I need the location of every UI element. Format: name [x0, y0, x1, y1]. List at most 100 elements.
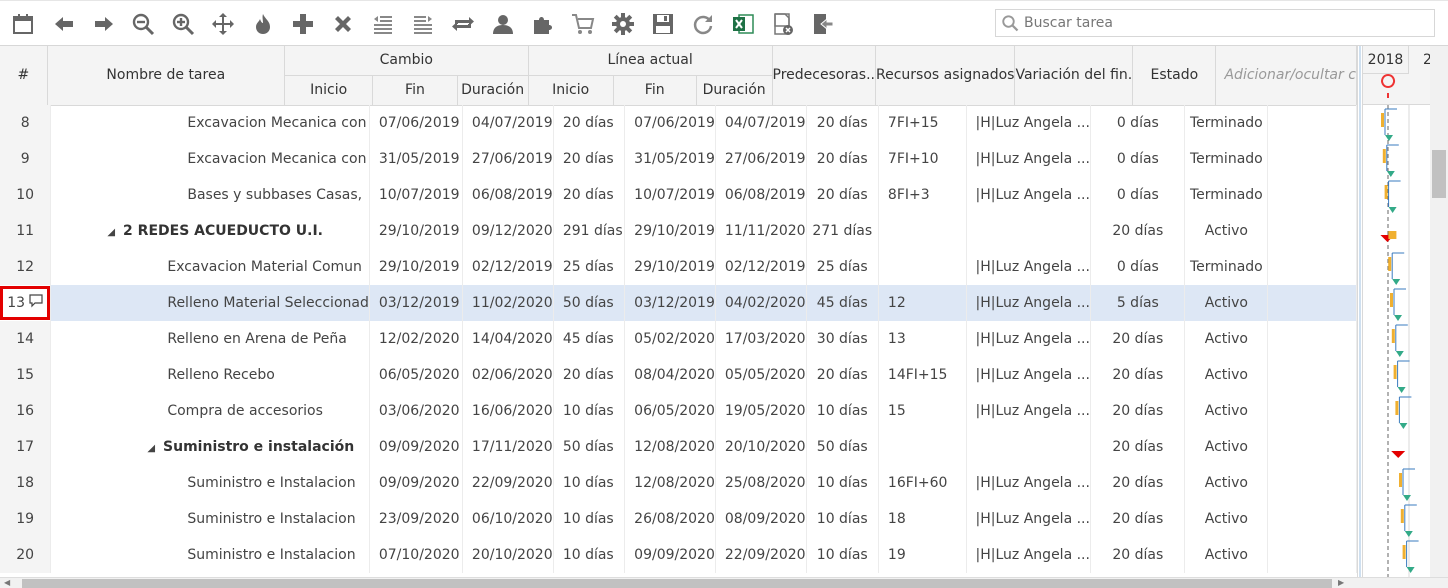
- cambio-inicio-cell[interactable]: 12/02/2020: [369, 321, 463, 357]
- col-estado-header[interactable]: Estado: [1132, 46, 1217, 106]
- linea-inicio-cell[interactable]: 31/05/2019: [624, 141, 716, 177]
- recursos-cell[interactable]: |H|Luz Angela ...: [966, 141, 1092, 177]
- table-row[interactable]: 17 ◢ Suministro e instalación 09/09/2020 17/…: [0, 429, 1357, 465]
- recursos-cell[interactable]: |H|Luz Angela ...: [966, 465, 1092, 501]
- cambio-duracion-cell[interactable]: 50 días: [553, 285, 626, 321]
- row-number-cell[interactable]: 14: [0, 321, 52, 357]
- linea-fin-cell[interactable]: 27/06/2019: [715, 141, 807, 177]
- predecesoras-cell[interactable]: 15: [878, 393, 967, 429]
- row-number-cell[interactable]: 18: [0, 465, 52, 501]
- cambio-fin-cell[interactable]: 14/04/2020: [462, 321, 554, 357]
- variacion-cell[interactable]: 0 días: [1090, 141, 1186, 177]
- linea-fin-cell[interactable]: 06/08/2019: [715, 177, 807, 213]
- cambio-duracion-cell[interactable]: 291 días: [553, 213, 626, 249]
- variacion-cell[interactable]: 20 días: [1090, 393, 1186, 429]
- comment-icon[interactable]: [29, 294, 43, 312]
- horizontal-scrollbar[interactable]: ◀ ▶: [0, 577, 1448, 588]
- variacion-cell[interactable]: 5 días: [1090, 285, 1186, 321]
- variacion-cell[interactable]: 0 días: [1090, 105, 1186, 141]
- predecesoras-cell[interactable]: 7FI+15: [878, 105, 967, 141]
- highlighted-row-number[interactable]: 13: [0, 286, 50, 320]
- cambio-fin-cell[interactable]: 11/02/2020: [462, 285, 554, 321]
- vertical-scrollbar[interactable]: [1430, 46, 1448, 577]
- estado-cell[interactable]: Activo: [1184, 393, 1269, 429]
- collapse-triangle-icon[interactable]: ◢: [147, 443, 155, 454]
- variacion-cell[interactable]: 20 días: [1090, 213, 1186, 249]
- cambio-inicio-cell[interactable]: 07/10/2020: [369, 537, 463, 573]
- linea-duracion-cell[interactable]: 25 días: [806, 249, 879, 285]
- col-name-header[interactable]: Nombre de tarea: [47, 46, 285, 106]
- refresh-icon[interactable]: [689, 10, 717, 38]
- estado-cell[interactable]: Activo: [1184, 465, 1269, 501]
- predecesoras-cell[interactable]: 8FI+3: [878, 177, 967, 213]
- recursos-cell[interactable]: [966, 429, 1092, 465]
- table-row[interactable]: 20 Suministro e Instalacion 07/10/2020 20/1…: [0, 537, 1357, 573]
- estado-cell[interactable]: Terminado: [1184, 141, 1269, 177]
- linea-duracion-cell[interactable]: 45 días: [806, 285, 879, 321]
- table-row[interactable]: 15 Relleno Recebo 06/05/2020 02/06/2020 20 d…: [0, 357, 1357, 393]
- empty-cell-cell[interactable]: [1267, 537, 1357, 573]
- linea-duracion-cell[interactable]: 10 días: [806, 465, 879, 501]
- table-row[interactable]: 10 Bases y subbases Casas, 10/07/2019 06/08…: [0, 177, 1357, 213]
- delete-icon[interactable]: [329, 10, 357, 38]
- recursos-cell[interactable]: |H|Luz Angela ...: [966, 285, 1092, 321]
- empty-cell-cell[interactable]: [1267, 321, 1357, 357]
- task-name-cell[interactable]: Excavacion Mecanica con: [50, 141, 370, 177]
- estado-cell[interactable]: Activo: [1184, 321, 1269, 357]
- search-box[interactable]: [995, 9, 1435, 37]
- row-number-cell[interactable]: 17: [0, 429, 52, 465]
- empty-cell-cell[interactable]: [1267, 213, 1357, 249]
- exit-icon[interactable]: [809, 10, 837, 38]
- linea-inicio-cell[interactable]: 29/10/2019: [624, 249, 716, 285]
- cambio-inicio-cell[interactable]: 29/10/2019: [369, 213, 463, 249]
- empty-cell-cell[interactable]: [1267, 429, 1357, 465]
- calendar-icon[interactable]: [9, 10, 37, 38]
- predecesoras-cell[interactable]: 13: [878, 321, 967, 357]
- empty-cell-cell[interactable]: [1267, 141, 1357, 177]
- recursos-cell[interactable]: |H|Luz Angela ...: [966, 393, 1092, 429]
- estado-cell[interactable]: Activo: [1184, 501, 1269, 537]
- linea-duracion-cell[interactable]: 20 días: [806, 141, 879, 177]
- vertical-scroll-thumb[interactable]: [1432, 150, 1446, 198]
- col-cambio-inicio-header[interactable]: Inicio: [284, 75, 374, 106]
- recursos-cell[interactable]: |H|Luz Angela ...: [966, 249, 1092, 285]
- linea-inicio-cell[interactable]: 05/02/2020: [624, 321, 716, 357]
- variacion-cell[interactable]: 20 días: [1090, 465, 1186, 501]
- estado-cell[interactable]: Terminado: [1184, 177, 1269, 213]
- col-recursos-header[interactable]: Recursos asignados: [875, 46, 1016, 106]
- col-cambio-fin-header[interactable]: Fin: [372, 75, 458, 106]
- variacion-cell[interactable]: 20 días: [1090, 501, 1186, 537]
- cambio-inicio-cell[interactable]: 31/05/2019: [369, 141, 463, 177]
- linea-duracion-cell[interactable]: 10 días: [806, 501, 879, 537]
- recursos-cell[interactable]: |H|Luz Angela ...: [966, 105, 1092, 141]
- empty-cell-cell[interactable]: [1267, 177, 1357, 213]
- linea-inicio-cell[interactable]: 08/04/2020: [624, 357, 716, 393]
- flame-icon[interactable]: [249, 10, 277, 38]
- excel-icon[interactable]: [729, 10, 757, 38]
- add-hide-columns-header[interactable]: Adicionar/ocultar c: [1215, 46, 1357, 106]
- delete-doc-icon[interactable]: [769, 10, 797, 38]
- linea-duracion-cell[interactable]: 10 días: [806, 537, 879, 573]
- cambio-fin-cell[interactable]: 22/09/2020: [462, 465, 554, 501]
- task-name-cell[interactable]: Suministro e Instalacion: [50, 465, 370, 501]
- zoom-out-icon[interactable]: [129, 10, 157, 38]
- linea-duracion-cell[interactable]: 20 días: [806, 105, 879, 141]
- linea-fin-cell[interactable]: 22/09/2020: [715, 537, 807, 573]
- cambio-fin-cell[interactable]: 09/12/2020: [462, 213, 554, 249]
- recursos-cell[interactable]: |H|Luz Angela ...: [966, 501, 1092, 537]
- cambio-fin-cell[interactable]: 16/06/2020: [462, 393, 554, 429]
- predecesoras-cell[interactable]: 14FI+15: [878, 357, 967, 393]
- row-number-cell[interactable]: 12: [0, 249, 52, 285]
- linea-inicio-cell[interactable]: 10/07/2019: [624, 177, 716, 213]
- predecesoras-cell[interactable]: [878, 213, 967, 249]
- gear-icon[interactable]: [609, 10, 637, 38]
- save-icon[interactable]: [649, 10, 677, 38]
- table-row[interactable]: 14 Relleno en Arena de Peña 12/02/2020 14/0…: [0, 321, 1357, 357]
- linea-duracion-cell[interactable]: 10 días: [806, 393, 879, 429]
- cambio-duracion-cell[interactable]: 10 días: [553, 393, 626, 429]
- col-predecesoras-header[interactable]: Predecesoras..: [772, 46, 876, 106]
- estado-cell[interactable]: Activo: [1184, 213, 1269, 249]
- scroll-right-arrow[interactable]: ▶: [1338, 578, 1344, 587]
- cambio-fin-cell[interactable]: 06/08/2019: [462, 177, 554, 213]
- cambio-inicio-cell[interactable]: 29/10/2019: [369, 249, 463, 285]
